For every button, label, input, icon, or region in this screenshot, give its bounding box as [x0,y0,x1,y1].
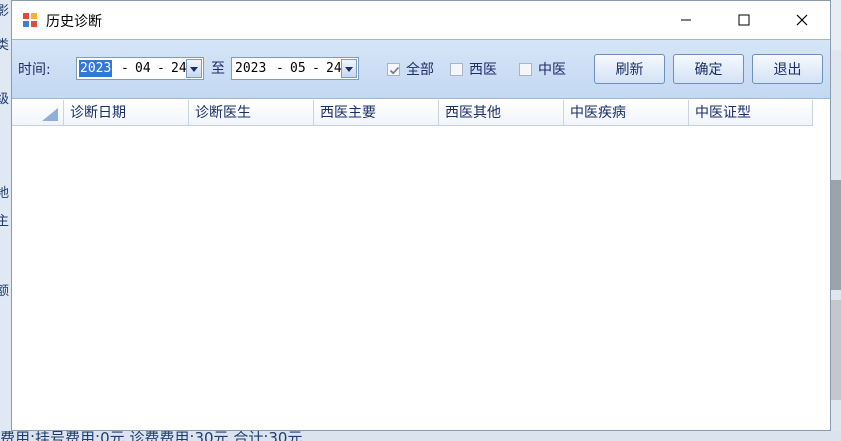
select-all-cell[interactable] [12,100,64,126]
background-fragment: 影 [0,4,10,19]
maximize-icon [738,11,750,30]
checkbox-box[interactable] [519,62,532,76]
checkbox-box[interactable] [450,62,463,76]
filter-toolbar: 时间: 2023 - 04 - 24 至 2023 - 05 - 24 全部 西… [12,39,830,99]
app-icon [22,12,38,28]
start-day[interactable]: 24 [171,60,187,77]
maximize-button[interactable] [715,1,773,39]
time-label: 时间: [18,62,51,78]
window-title: 历史诊断 [46,14,102,30]
filter-western-label: 西医 [469,62,497,78]
start-year[interactable]: 2023 [79,60,113,77]
filter-tcm-checkbox[interactable]: 中医 [519,59,566,79]
filter-western-checkbox[interactable]: 西医 [450,59,497,79]
background-window-left-edge: 影 类 级 地 主 额 [0,0,11,441]
background-window-right-edge [831,0,841,441]
start-sep: - [157,61,165,76]
checkbox-box[interactable] [387,62,400,76]
diagnosis-grid: 诊断日期 诊断医生 西医主要 西医其他 中医疾病 中医证型 [12,100,830,430]
title-bar: 历史诊断 [12,1,830,39]
background-fragment: 主 [0,214,10,229]
chevron-down-icon [345,61,353,76]
close-button[interactable] [773,1,831,39]
background-fragment: 级 [0,92,10,107]
grid-header: 诊断日期 诊断医生 西医主要 西医其他 中医疾病 中医证型 [12,100,813,126]
background-fee-text: 费用:挂号费用:0元,诊费费用:30元,合计:30元 [0,431,303,441]
filter-all-checkbox[interactable]: 全部 [387,59,434,79]
end-month[interactable]: 05 [290,60,306,77]
end-date-dropdown-button[interactable] [341,59,357,78]
exit-button[interactable]: 退出 [752,54,823,84]
end-day[interactable]: 24 [326,60,342,77]
column-header[interactable]: 中医疾病 [564,100,689,126]
filter-tcm-label: 中医 [538,62,566,78]
end-sep: - [312,61,320,76]
end-date-picker[interactable]: 2023 - 05 - 24 [231,57,359,80]
filter-all-label: 全部 [406,62,434,78]
column-header[interactable]: 诊断日期 [64,100,189,126]
refresh-button[interactable]: 刷新 [594,54,665,84]
history-diagnosis-dialog: 历史诊断 时间: 2023 - 04 - 24 至 2023 - 05 - 24… [11,0,831,431]
column-header[interactable]: 西医主要 [314,100,439,126]
start-month[interactable]: 04 [135,60,151,77]
end-sep: - [276,61,284,76]
column-header[interactable]: 诊断医生 [189,100,314,126]
start-sep: - [121,61,129,76]
background-fragment: 类 [0,38,10,53]
minimize-button[interactable] [657,1,715,39]
column-header[interactable]: 中医证型 [689,100,813,126]
chevron-down-icon [190,61,198,76]
confirm-button[interactable]: 确定 [673,54,744,84]
close-icon [796,11,808,30]
start-date-dropdown-button[interactable] [186,59,202,78]
column-header[interactable]: 西医其他 [439,100,564,126]
background-status-bar: 费用:挂号费用:0元,诊费费用:30元,合计:30元 [0,431,841,441]
start-date-picker[interactable]: 2023 - 04 - 24 [76,57,204,80]
end-year[interactable]: 2023 [235,60,266,77]
minimize-icon [680,11,692,30]
to-label: 至 [211,61,225,77]
background-fragment: 地 [0,186,10,201]
background-fragment: 额 [0,284,10,299]
